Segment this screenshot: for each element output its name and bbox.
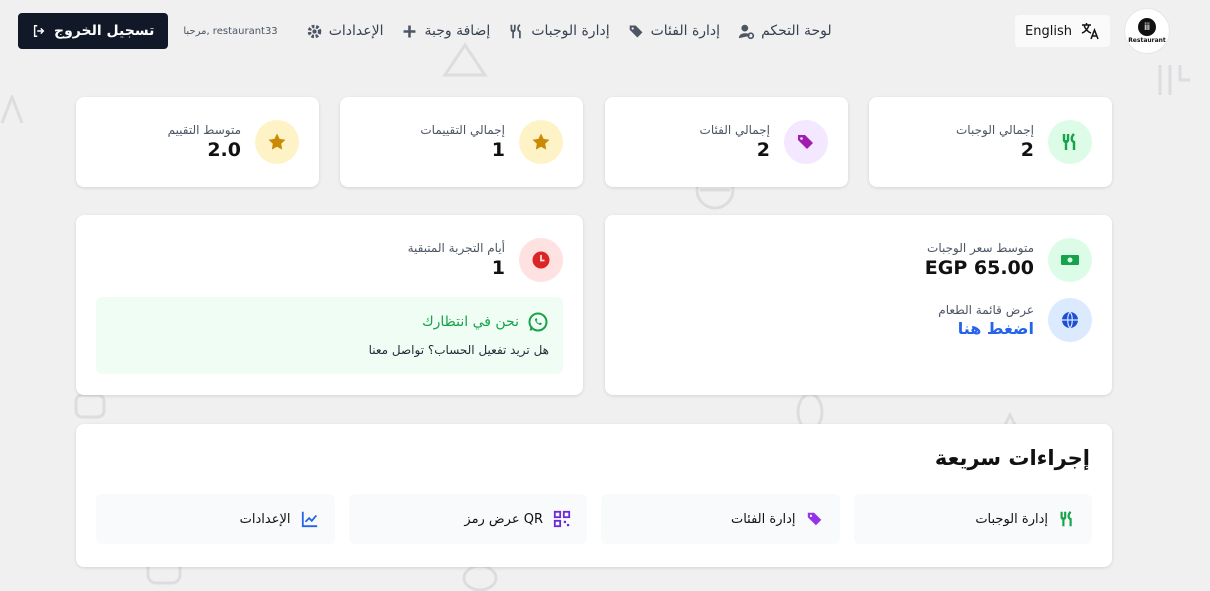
price-menu-card: متوسط سعر الوجبات EGP 65.00 عرض قائمة ال… [605,215,1112,395]
stat-value: 2 [1020,139,1034,161]
quick-actions-title: إجراءات سريعة [934,446,1090,470]
stat-card-average-rating: متوسط التقييم 2.0 [76,97,319,187]
language-label: English [1025,23,1072,39]
tags-icon [798,135,813,149]
stat-card-total-meals: إجمالي الوجبات 2 [869,97,1112,187]
navbar-left: تسجيل الخروج مرحبا, restaurant33 الإعداد… [18,13,832,49]
money-bill-icon [1061,255,1079,265]
quick-action-label: الإعدادات [239,511,291,527]
nav-link-add-meal[interactable]: إضافة وجبة [401,23,490,40]
nav-link-label: الإعدادات [328,23,384,39]
logout-button[interactable]: تسجيل الخروج [18,13,169,49]
trial-days-label: أيام التجربة المتبقية [407,241,505,255]
stat-text: متوسط سعر الوجبات EGP 65.00 [925,241,1034,279]
nav-link-manage-categories[interactable]: إدارة الفئات [628,23,720,40]
nav-link-label: إدارة الوجبات [531,23,610,39]
stat-text: إجمالي التقييمات 1 [420,123,505,161]
stat-label: إجمالي التقييمات [420,123,505,137]
avg-price-label: متوسط سعر الوجبات [927,241,1034,255]
stat-value: 2.0 [207,139,241,161]
stat-icon-wrap [519,120,563,164]
language-toggle-button[interactable]: English [1015,15,1110,47]
stat-text: أيام التجربة المتبقية 1 [408,241,505,279]
quick-action-label: عرض رمز QR [464,511,543,527]
plus-icon [404,25,416,37]
chart-line-icon [301,511,317,528]
stat-card-total-categories: إجمالي الفئات 2 [605,97,848,187]
nav-link-settings[interactable]: الإعدادات [306,23,384,40]
stat-icon-wrap [1048,298,1092,342]
avg-price-row: متوسط سعر الوجبات EGP 65.00 [925,238,1092,282]
logout-label: تسجيل الخروج [54,23,155,39]
stat-icon-wrap [255,120,299,164]
view-menu-link[interactable]: اضغط هنا [938,319,1034,338]
translate-icon [1081,23,1099,40]
stat-icon-wrap [519,238,563,282]
menu-link-row: عرض قائمة الطعام اضغط هنا [938,298,1092,342]
whatsapp-icon [528,312,548,332]
sign-out-icon [33,25,45,37]
quick-action-show-qr[interactable]: عرض رمز QR [348,494,587,544]
stat-text: متوسط التقييم 2.0 [168,123,241,161]
nav-links: الإعدادات إضافة وجبة إدارة الوجبات إدارة… [306,23,832,40]
stat-card-total-ratings: إجمالي التقييمات 1 [340,97,583,187]
star-icon [532,133,550,150]
stat-text: إجمالي الفئات 2 [700,123,770,161]
quick-action-label: إدارة الوجبات [975,511,1048,527]
avg-price-value: EGP 65.00 [924,257,1034,279]
quick-action-manage-categories[interactable]: إدارة الفئات [601,494,840,544]
utensils-icon [1062,133,1076,150]
star-icon [268,133,286,150]
contact-title-row: نحن في انتظارك [110,311,549,333]
qrcode-icon [553,510,571,528]
quick-action-settings[interactable]: الإعدادات [96,494,335,544]
nav-link-label: إدارة الفئات [650,23,721,39]
trial-days-value: 1 [491,257,505,279]
nav-link-dashboard[interactable]: لوحة التحكم [738,23,832,40]
background-doodle-icon [1158,65,1190,95]
quick-actions-card: إجراءات سريعة إدارة الوجبات إدارة الفئات… [76,424,1112,567]
contact-subtitle: هل تريد تفعيل الحساب؟ تواصل معنا [368,343,549,357]
stat-value: 2 [756,139,770,161]
nav-link-label: إضافة وجبة [424,23,491,39]
logo-utensils-icon: ⅲ [1138,18,1156,36]
stat-label: متوسط التقييم [167,123,241,137]
quick-action-manage-meals[interactable]: إدارة الوجبات [853,494,1092,544]
nav-link-manage-meals[interactable]: إدارة الوجبات [508,23,610,40]
stat-icon-wrap [1048,120,1092,164]
quick-actions-grid: إدارة الوجبات إدارة الفئات عرض رمز QR ال… [96,494,1092,544]
menu-label: عرض قائمة الطعام [938,302,1034,317]
trial-card: أيام التجربة المتبقية 1 نحن في انتظارك ه… [76,215,583,395]
stat-label: إجمالي الفئات [699,123,770,137]
logo-text: Restaurant [1128,37,1166,44]
stat-text: إجمالي الوجبات 2 [956,123,1034,161]
background-doodle-icon [0,95,24,124]
utensils-icon [1060,511,1072,527]
stat-icon-wrap [1048,238,1092,282]
tags-icon [807,512,821,526]
nav-link-label: لوحة التحكم [761,23,832,39]
navbar-right: English ⅲ Restaurant [1015,8,1170,54]
top-navbar: تسجيل الخروج مرحبا, restaurant33 الإعداد… [0,0,1210,62]
clock-icon [532,251,550,269]
contact-us-box[interactable]: نحن في انتظارك هل تريد تفعيل الحساب؟ توا… [96,297,563,374]
stat-value: 1 [491,139,505,161]
utensils-icon [510,23,522,38]
stat-icon-wrap [784,120,828,164]
tags-icon [629,25,643,37]
welcome-text: مرحبا, restaurant33 [183,25,278,37]
trial-days-row: أيام التجربة المتبقية 1 [408,238,563,282]
gear-icon [307,24,321,38]
globe-icon [1062,311,1078,329]
quick-action-label: إدارة الفئات [730,511,796,527]
stat-text: عرض قائمة الطعام اضغط هنا [938,303,1034,338]
restaurant-logo[interactable]: ⅲ Restaurant [1124,8,1170,54]
contact-title: نحن في انتظارك [422,314,519,330]
stat-label: إجمالي الوجبات [956,123,1034,137]
user-gear-icon [738,24,755,39]
